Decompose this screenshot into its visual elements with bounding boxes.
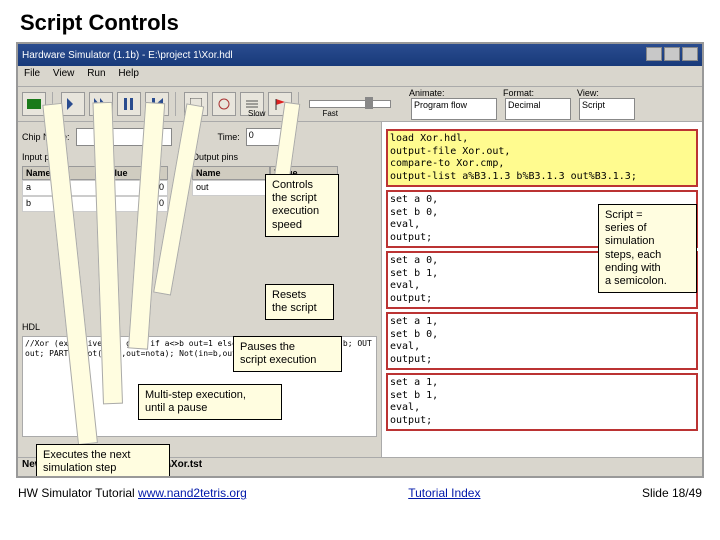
script-line: set a 1, — [390, 316, 694, 329]
callout-reset: Resets the script — [265, 284, 334, 320]
script-line: output; — [390, 354, 694, 367]
menu-file[interactable]: File — [24, 68, 40, 79]
pause-button[interactable] — [117, 92, 141, 116]
script-line: output-list a%B3.1.3 b%B3.1.3 out%B3.1.3… — [390, 171, 694, 184]
script-line: set a 1, — [390, 377, 694, 390]
callout-speed: Controls the script execution speed — [265, 174, 339, 237]
script-line: compare-to Xor.cmp, — [390, 158, 694, 171]
callout-pause: Pauses the script execution — [233, 336, 342, 372]
view-label: View: — [577, 88, 637, 98]
fast-label: Fast — [322, 109, 338, 118]
footer-left-prefix: HW Simulator Tutorial — [18, 486, 138, 500]
callout-script-def: Script = series of simulation steps, eac… — [598, 204, 697, 293]
menu-help[interactable]: Help — [118, 68, 139, 79]
script-line: output; — [390, 415, 694, 428]
app-window: Hardware Simulator (1.1b) - E:\project 1… — [16, 42, 704, 478]
slide-title: Script Controls — [20, 10, 704, 36]
footer-center-link[interactable]: Tutorial Index — [408, 486, 480, 500]
col-name-out: Name — [192, 166, 270, 180]
footer-left-link[interactable]: www.nand2tetris.org — [138, 486, 247, 500]
script-line: output-file Xor.out, — [390, 146, 694, 159]
view-select[interactable]: Script — [579, 98, 635, 120]
animate-label: Animate: — [409, 88, 499, 98]
step-button[interactable] — [61, 92, 85, 116]
clock-button[interactable] — [212, 92, 236, 116]
format-label: Format: — [503, 88, 573, 98]
script-line: load Xor.hdl, — [390, 133, 694, 146]
titlebar: Hardware Simulator (1.1b) - E:\project 1… — [18, 44, 702, 66]
script-block: set a 1, set b 0, eval, output; — [386, 312, 698, 370]
script-line: output; — [390, 293, 694, 306]
menubar: File View Run Help — [18, 66, 702, 87]
time-field: 0 — [246, 128, 282, 146]
pin-out: out — [192, 180, 270, 196]
script-line: set b 1, — [390, 390, 694, 403]
output-pins-label: Output pins — [192, 152, 342, 162]
script-line: eval, — [390, 341, 694, 354]
slide-footer: HW Simulator Tutorial www.nand2tetris.or… — [16, 486, 704, 500]
toolbar: Slow Fast Animate: Program flow Format: D… — [18, 87, 702, 122]
animate-select[interactable]: Program flow — [411, 98, 497, 120]
script-pane: load Xor.hdl, output-file Xor.out, compa… — [382, 122, 702, 470]
script-line: eval, — [390, 402, 694, 415]
slow-label: Slow — [248, 109, 265, 118]
callout-step: Executes the next simulation step — [36, 444, 170, 478]
menu-view[interactable]: View — [53, 68, 75, 79]
speed-slider[interactable] — [309, 100, 391, 108]
menu-run[interactable]: Run — [87, 68, 105, 79]
script-header-block: load Xor.hdl, output-file Xor.out, compa… — [386, 129, 698, 187]
time-label: Time: — [218, 132, 240, 142]
format-select[interactable]: Decimal — [505, 98, 571, 120]
footer-right: Slide 18/49 — [642, 486, 702, 500]
script-block: set a 1, set b 1, eval, output; — [386, 373, 698, 431]
window-controls[interactable] — [644, 47, 698, 64]
script-line: set b 0, — [390, 329, 694, 342]
window-title: Hardware Simulator (1.1b) - E:\project 1… — [22, 50, 233, 61]
callout-multi: Multi-step execution, until a pause — [138, 384, 282, 420]
